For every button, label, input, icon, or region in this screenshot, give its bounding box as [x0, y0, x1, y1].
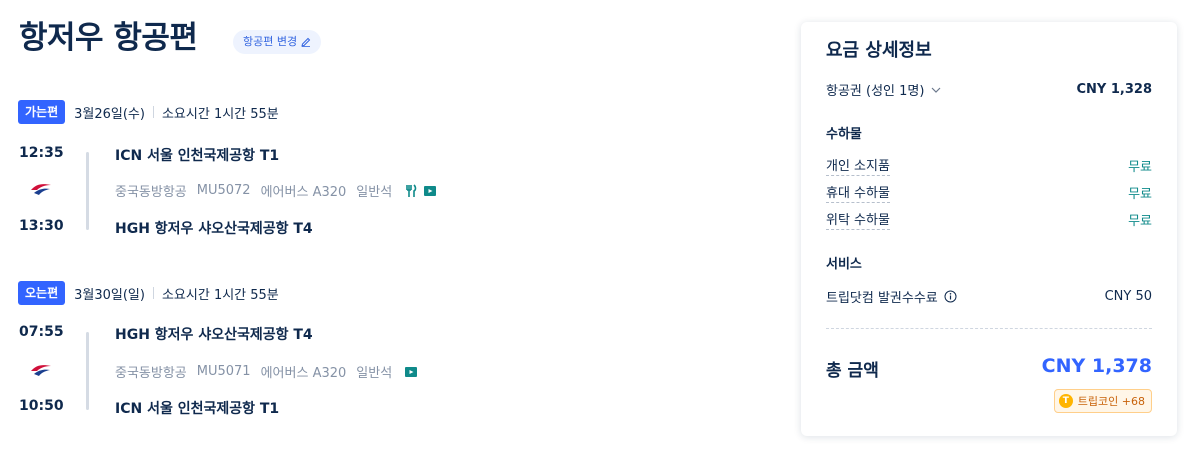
itinerary-panel: 항저우 항공편 항공편 변경 가는편 3월26일(수) 소요시간 1시간 55분… [0, 0, 790, 456]
airline-name: 중국동방항공 [115, 185, 187, 200]
baggage-value: 무료 [1128, 214, 1152, 229]
cabin-class: 일반석 [356, 366, 393, 381]
ticket-row[interactable]: 항공권 (성인 1명) CNY 1,328 [826, 80, 1152, 99]
total-price: CNY 1,378 [1041, 355, 1152, 377]
fare-details-card: 요금 상세정보 항공권 (성인 1명) CNY 1,328 수하물 개인 소지품… [801, 22, 1177, 436]
outbound-duration: 소요시간 1시간 55분 [161, 106, 279, 122]
return-duration: 소요시간 1시간 55분 [161, 287, 279, 303]
baggage-value: 무료 [1128, 187, 1152, 202]
baggage-label[interactable]: 휴대 수하물 [826, 182, 890, 203]
china-eastern-logo-icon [31, 184, 51, 195]
meal-icon [406, 183, 417, 197]
baggage-row: 위탁 수하물 무료 [826, 209, 1152, 230]
return-flight-info: 중국동방항공 MU5071 에어버스 A320 일반석 [115, 362, 428, 381]
trip-coin-label: 트립코인 +68 [1077, 395, 1145, 408]
coin-icon: T [1058, 394, 1073, 408]
total-label: 총 금액 [826, 361, 879, 381]
outbound-flight-info: 중국동방항공 MU5072 에어버스 A320 일반석 [115, 181, 447, 200]
divider [152, 106, 154, 118]
baggage-row: 개인 소지품 무료 [826, 155, 1152, 176]
return-depart-airport: HGH 항저우 샤오산국제공항 T4 [115, 327, 313, 343]
service-fee-row: 트립닷컴 발권수수료 CNY 50 [826, 287, 1152, 306]
flight-number: MU5071 [196, 364, 251, 379]
return-depart-time: 07:55 [19, 324, 64, 340]
baggage-value: 무료 [1128, 160, 1152, 175]
divider [152, 287, 154, 299]
flight-number: MU5072 [196, 183, 251, 198]
info-icon[interactable] [944, 290, 957, 303]
return-date: 3월30일(일) [74, 287, 145, 303]
outbound-segment: 가는편 3월26일(수) 소요시간 1시간 55분 12:35 13:30 IC… [18, 100, 778, 240]
aircraft-type: 에어버스 A320 [260, 185, 347, 200]
outbound-badge: 가는편 [18, 100, 66, 124]
outbound-arrive-time: 13:30 [19, 218, 64, 234]
baggage-row: 휴대 수하물 무료 [826, 182, 1152, 203]
entertainment-icon [405, 366, 418, 377]
page-title: 항저우 항공편 [19, 20, 198, 56]
service-title: 서비스 [826, 257, 862, 272]
ticket-label: 항공권 (성인 1명) [826, 84, 925, 99]
outbound-arrive-airport: HGH 항저우 샤오산국제공항 T4 [115, 221, 313, 237]
timeline-line [86, 152, 89, 230]
service-fee-value: CNY 50 [1104, 289, 1152, 304]
timeline-line [86, 332, 89, 410]
outbound-depart-time: 12:35 [19, 145, 64, 161]
return-header: 오는편 3월30일(일) 소요시간 1시간 55분 [18, 281, 279, 305]
return-arrive-time: 10:50 [19, 398, 64, 414]
trip-coin-badge: T 트립코인 +68 [1053, 389, 1152, 413]
baggage-title: 수하물 [826, 127, 862, 142]
outbound-header: 가는편 3월26일(수) 소요시간 1시간 55분 [18, 100, 279, 124]
fare-title: 요금 상세정보 [826, 40, 932, 61]
dashed-divider [826, 328, 1152, 329]
change-flight-label: 항공편 변경 [243, 35, 298, 48]
airline-name: 중국동방항공 [115, 366, 187, 381]
edit-pencil-icon [301, 37, 311, 47]
aircraft-type: 에어버스 A320 [260, 366, 347, 381]
return-segment: 오는편 3월30일(일) 소요시간 1시간 55분 07:55 10:50 HG… [18, 281, 778, 421]
outbound-date: 3월26일(수) [74, 106, 145, 122]
chevron-down-icon[interactable] [930, 84, 942, 96]
baggage-label[interactable]: 위탁 수하물 [826, 209, 890, 230]
baggage-label[interactable]: 개인 소지품 [826, 155, 890, 176]
return-arrive-airport: ICN 서울 인천국제공항 T1 [115, 401, 280, 417]
outbound-depart-airport: ICN 서울 인천국제공항 T1 [115, 148, 280, 164]
entertainment-icon [424, 185, 437, 196]
return-badge: 오는편 [18, 281, 66, 305]
change-flight-button[interactable]: 항공편 변경 [233, 30, 322, 54]
cabin-class: 일반석 [356, 185, 393, 200]
service-fee-label: 트립닷컴 발권수수료 [826, 291, 938, 306]
china-eastern-logo-icon [31, 365, 51, 376]
ticket-price: CNY 1,328 [1076, 82, 1152, 97]
